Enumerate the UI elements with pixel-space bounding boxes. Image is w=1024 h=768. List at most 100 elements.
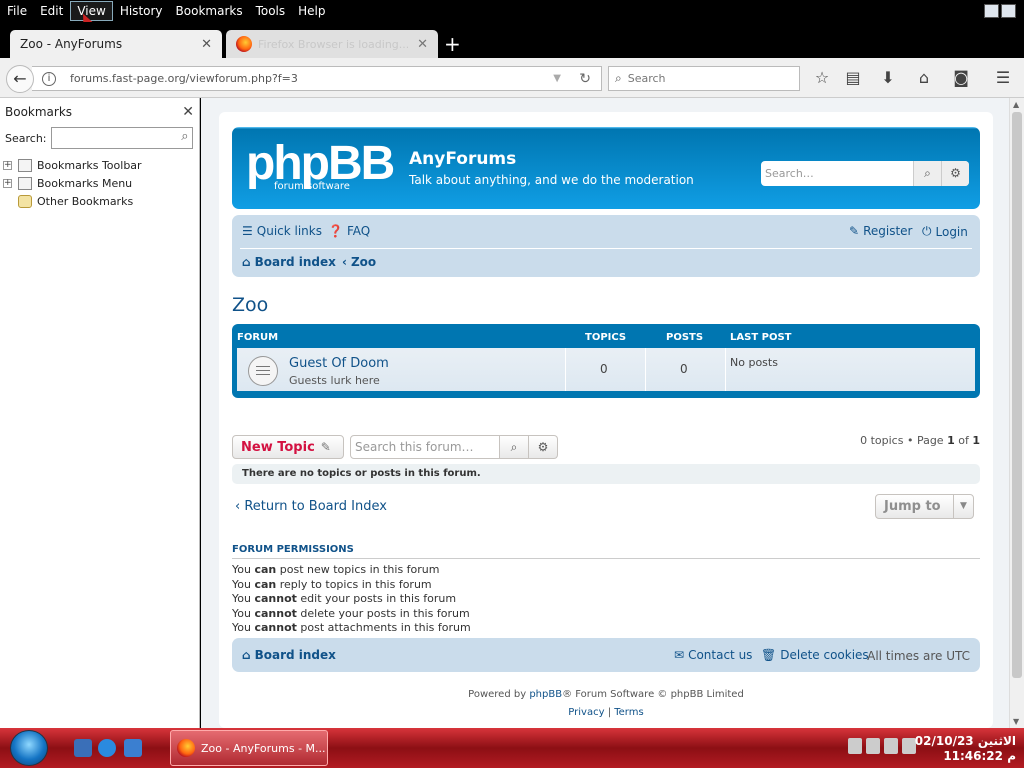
new-topic-button[interactable]: New Topic ✎ bbox=[232, 435, 344, 459]
phpbb-logo[interactable]: phpBB forum software bbox=[246, 140, 395, 193]
menu-bar: File Edit View History Bookmarks Tools H… bbox=[0, 0, 1024, 22]
breadcrumb-zoo[interactable]: ‹ Zoo bbox=[342, 255, 376, 269]
divider bbox=[645, 348, 646, 391]
jump-to-dropdown[interactable]: Jump to ▼ bbox=[875, 494, 974, 519]
network-icon[interactable] bbox=[848, 738, 862, 754]
bookmark-item-other[interactable]: Other Bookmarks bbox=[0, 192, 199, 210]
return-link[interactable]: ‹ Return to Board Index bbox=[235, 499, 387, 514]
forum-header: phpBB forum software AnyForums Talk abou… bbox=[232, 127, 980, 209]
expand-icon[interactable]: + bbox=[3, 178, 12, 188]
contact-link[interactable]: ✉ Contact us bbox=[674, 648, 752, 662]
tab-close-icon[interactable]: ✕ bbox=[417, 37, 428, 52]
menu-tools[interactable]: Tools bbox=[250, 2, 292, 20]
minimize-button[interactable] bbox=[984, 4, 999, 18]
menu-file[interactable]: File bbox=[1, 2, 33, 20]
footer-board-index[interactable]: ⌂ Board index bbox=[242, 648, 336, 662]
close-icon[interactable]: ✕ bbox=[182, 104, 194, 120]
volume-icon[interactable] bbox=[884, 738, 898, 754]
gear-icon[interactable]: ⚙ bbox=[941, 161, 969, 186]
list-item: You can reply to topics in this forum bbox=[232, 577, 432, 591]
forum-search-input[interactable]: Search this forum… bbox=[350, 435, 500, 459]
bookmark-star-icon[interactable]: ☆ bbox=[811, 68, 833, 88]
chevron-down-icon[interactable]: ▼ bbox=[953, 495, 973, 518]
breadcrumb-board-index[interactable]: ⌂ Board index bbox=[242, 255, 336, 269]
search-icon[interactable]: ⌕ bbox=[913, 161, 941, 186]
expand-icon[interactable]: + bbox=[3, 160, 12, 170]
jump-to-label: Jump to bbox=[884, 499, 941, 514]
home-icon[interactable]: ⌂ bbox=[913, 68, 935, 88]
terms-link[interactable]: Terms bbox=[614, 707, 643, 718]
menu-bookmarks[interactable]: Bookmarks bbox=[170, 2, 249, 20]
url-text[interactable]: forums.fast-page.org/viewforum.php?f=3 bbox=[70, 72, 298, 85]
tray-app-icon[interactable] bbox=[866, 738, 880, 754]
scrollbar-thumb[interactable] bbox=[1012, 112, 1022, 678]
internet-explorer-icon[interactable] bbox=[98, 739, 116, 757]
back-button[interactable]: ← bbox=[6, 65, 34, 93]
privacy-link[interactable]: Privacy bbox=[568, 707, 604, 718]
dropdown-icon[interactable]: ▼ bbox=[553, 73, 561, 84]
trash-icon: 🗑 bbox=[761, 648, 777, 662]
current-page: 1 bbox=[947, 434, 955, 447]
delete-cookies-link[interactable]: 🗑 Delete cookies bbox=[761, 648, 869, 662]
sidebar-search-input[interactable]: ⌕ bbox=[50, 127, 193, 149]
forum-name-link[interactable]: Guest Of Doom bbox=[289, 356, 389, 371]
faq-link[interactable]: ❓ FAQ bbox=[328, 224, 370, 238]
quick-links[interactable]: ☰ Quick links bbox=[242, 224, 322, 238]
header-search-input[interactable]: Search… bbox=[761, 161, 913, 186]
permissions-list: You can post new topics in this forum Yo… bbox=[232, 563, 471, 636]
scroll-down-icon[interactable]: ▼ bbox=[1013, 717, 1019, 726]
tab-title: Firefox Browser is loading... bbox=[258, 37, 408, 51]
sidebar-title: Bookmarks bbox=[5, 105, 73, 119]
menu-history[interactable]: History bbox=[114, 2, 169, 20]
forum-search: Search this forum… ⌕ ⚙ bbox=[350, 435, 558, 459]
reload-icon[interactable]: ↻ bbox=[579, 71, 591, 87]
pagination: 0 topics • Page 1 of 1 bbox=[860, 434, 980, 447]
scrollbar[interactable]: ▲ ▼ bbox=[1009, 98, 1024, 728]
show-desktop-icon[interactable] bbox=[74, 739, 92, 757]
powered-suffix: ® Forum Software © phpBB Limited bbox=[562, 689, 744, 700]
taskbar-window-firefox[interactable]: Zoo - AnyForums - M... bbox=[170, 730, 328, 766]
tab-zoo-anyforums[interactable]: Zoo - AnyForums ✕ bbox=[10, 30, 222, 58]
login-label: Login bbox=[935, 224, 968, 239]
info-icon[interactable]: i bbox=[42, 71, 56, 86]
phpbb-link[interactable]: phpBB bbox=[529, 689, 562, 700]
pocket-icon[interactable]: ◙ bbox=[950, 68, 972, 88]
nav-bar: i forums.fast-page.org/viewforum.php?f=3… bbox=[0, 58, 1024, 98]
reading-list-icon[interactable]: ▤ bbox=[842, 68, 864, 88]
site-name: AnyForums bbox=[409, 149, 517, 169]
divider bbox=[240, 248, 972, 249]
menu-help[interactable]: Help bbox=[292, 2, 331, 20]
bookmark-item-menu[interactable]: + Bookmarks Menu bbox=[0, 174, 199, 192]
register-link[interactable]: ✎ Register bbox=[849, 224, 912, 238]
start-button[interactable] bbox=[10, 730, 48, 766]
download-icon[interactable]: ⬇ bbox=[877, 68, 899, 88]
forum-table: FORUM TOPICS POSTS LAST POST Guest Of Do… bbox=[232, 324, 980, 398]
page-title[interactable]: Zoo bbox=[232, 294, 268, 316]
pagination-prefix: 0 topics • Page bbox=[860, 434, 944, 447]
tab-close-icon[interactable]: ✕ bbox=[201, 37, 212, 52]
url-bar[interactable]: i forums.fast-page.org/viewforum.php?f=3… bbox=[32, 66, 602, 91]
clock-time: م 11:46:22 bbox=[943, 749, 1016, 763]
app-icon[interactable] bbox=[124, 739, 142, 757]
taskbar-window-title: Zoo - AnyForums - M... bbox=[201, 741, 326, 755]
new-tab-icon[interactable]: + bbox=[444, 30, 461, 58]
browser-search-input[interactable]: ⌕ Search bbox=[608, 66, 800, 91]
login-link[interactable]: ⏻ Login bbox=[922, 224, 968, 239]
column-header-posts: POSTS bbox=[666, 332, 704, 343]
scroll-up-icon[interactable]: ▲ bbox=[1013, 100, 1019, 109]
forum-navbar: ☰ Quick links ❓ FAQ ✎ Register ⏻ Login ⌂… bbox=[232, 215, 980, 277]
home-icon: ⌂ bbox=[242, 255, 251, 269]
restore-button[interactable] bbox=[1001, 4, 1016, 18]
envelope-icon: ✉ bbox=[674, 648, 685, 662]
gear-icon[interactable]: ⚙ bbox=[529, 435, 558, 459]
bookmark-item-toolbar[interactable]: + Bookmarks Toolbar bbox=[0, 156, 199, 174]
menu-edit[interactable]: Edit bbox=[34, 2, 69, 20]
hamburger-menu-icon[interactable]: ☰ bbox=[992, 68, 1014, 88]
bookmark-item-label: Bookmarks Menu bbox=[37, 176, 133, 190]
tab-firefox[interactable]: Firefox Browser is loading... ✕ bbox=[226, 30, 438, 58]
clock[interactable]: الاثنين 02/10/23 م 11:46:22 bbox=[915, 734, 1016, 764]
search-icon: ⌕ bbox=[181, 129, 189, 144]
search-icon[interactable]: ⌕ bbox=[500, 435, 529, 459]
home-icon: ⌂ bbox=[242, 648, 251, 662]
